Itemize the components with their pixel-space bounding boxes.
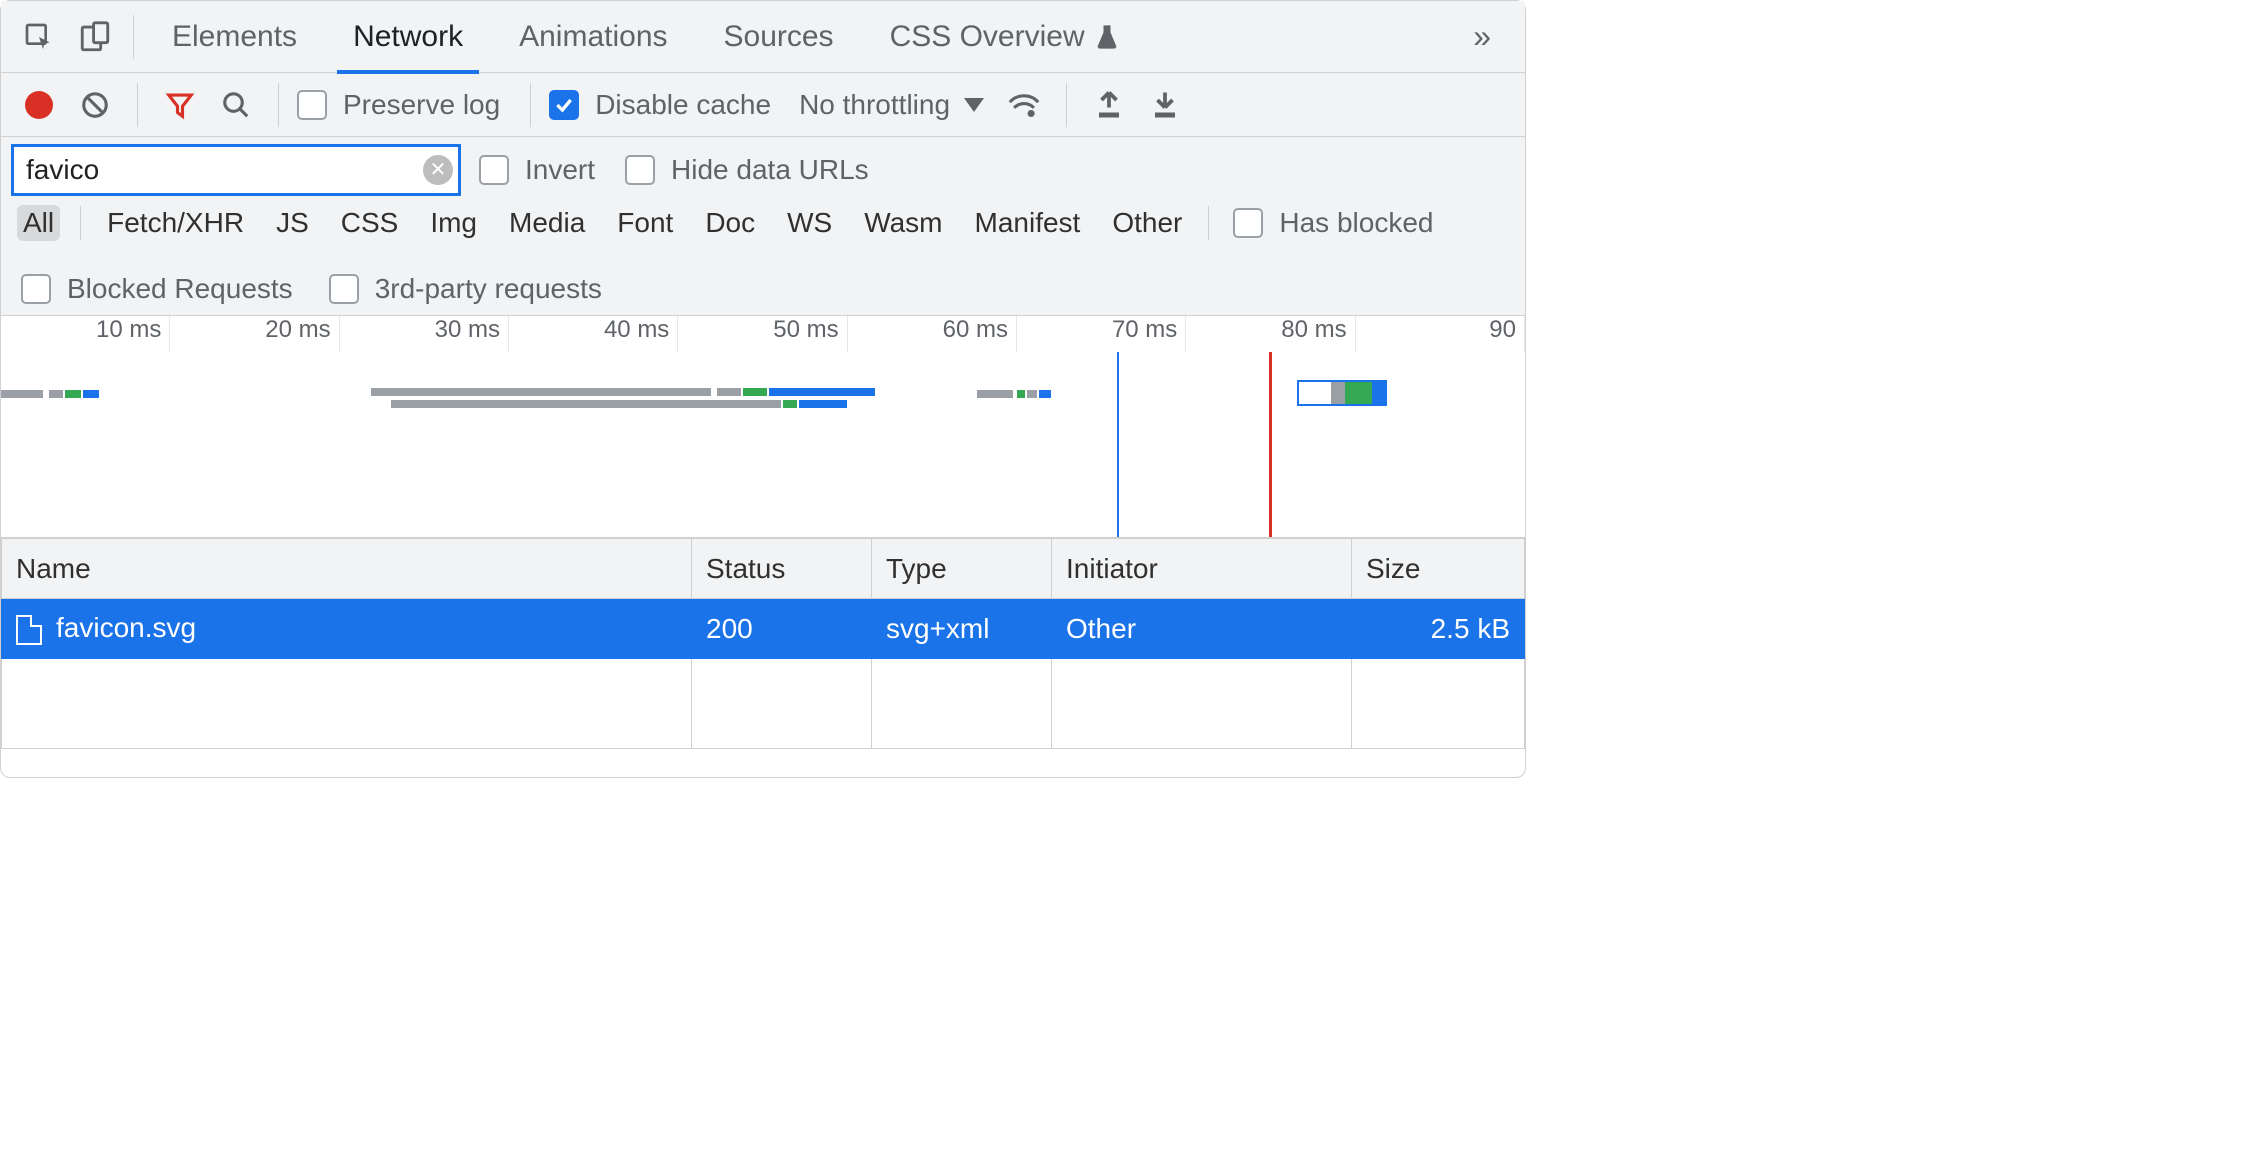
separator	[133, 15, 134, 59]
devtools-tabs: ElementsNetworkAnimationsSourcesCSS Over…	[1, 1, 1525, 73]
blocked-requests-checkbox[interactable]	[21, 274, 51, 304]
type-filter-ws[interactable]: WS	[781, 205, 838, 241]
type-filter-media[interactable]: Media	[503, 205, 591, 241]
timeline-tick: 10 ms	[1, 316, 170, 352]
has-blocked-option[interactable]: Has blocked	[1233, 207, 1445, 239]
type-filter-all[interactable]: All	[17, 205, 60, 241]
type-filter-fetch-xhr[interactable]: Fetch/XHR	[101, 205, 250, 241]
tab-css-overview[interactable]: CSS Overview	[862, 1, 1147, 73]
experiment-icon	[1095, 23, 1119, 51]
type-filter-wasm[interactable]: Wasm	[858, 205, 948, 241]
cell-status: 200	[692, 599, 872, 659]
tab-elements[interactable]: Elements	[144, 1, 325, 73]
cell-size: 2.5 kB	[1352, 599, 1525, 659]
hide-data-urls-option[interactable]: Hide data URLs	[625, 154, 881, 186]
hide-data-urls-label: Hide data URLs	[671, 154, 869, 186]
invert-checkbox[interactable]	[479, 155, 509, 185]
timeline-tick: 20 ms	[170, 316, 339, 352]
preserve-log-label: Preserve log	[343, 89, 500, 121]
third-party-label: 3rd-party requests	[375, 273, 602, 305]
import-har-icon[interactable]	[1085, 81, 1133, 129]
cell-name: favicon.svg	[2, 599, 692, 659]
type-filter-js[interactable]: JS	[270, 205, 315, 241]
more-tabs-button[interactable]: »	[1449, 18, 1515, 55]
cell-initiator: Other	[1052, 599, 1352, 659]
column-name[interactable]: Name	[2, 539, 692, 599]
throttling-dropdown[interactable]: No throttling	[791, 89, 992, 121]
file-icon	[16, 615, 42, 645]
separator	[530, 83, 531, 127]
type-filter-doc[interactable]: Doc	[699, 205, 761, 241]
type-filter-row: All Fetch/XHR JS CSS Img Media Font Doc WS Wasm Ma…	[1, 203, 1525, 316]
type-filter-other[interactable]: Other	[1106, 205, 1188, 241]
type-filter-css[interactable]: CSS	[335, 205, 405, 241]
filter-input-wrap: ✕	[11, 144, 461, 196]
separator	[137, 83, 138, 127]
separator	[278, 83, 279, 127]
cell-type: svg+xml	[872, 599, 1052, 659]
filter-toggle-icon[interactable]	[156, 81, 204, 129]
table-row[interactable]: favicon.svg200svg+xmlOther2.5 kB	[2, 599, 1525, 659]
tab-animations[interactable]: Animations	[491, 1, 695, 73]
network-conditions-icon[interactable]	[1000, 81, 1048, 129]
device-toggle-icon[interactable]	[67, 9, 123, 65]
disable-cache-option[interactable]: Disable cache	[549, 89, 783, 121]
search-icon[interactable]	[212, 81, 260, 129]
separator	[1066, 83, 1067, 127]
column-initiator[interactable]: Initiator	[1052, 539, 1352, 599]
preserve-log-checkbox[interactable]	[297, 90, 327, 120]
disable-cache-label: Disable cache	[595, 89, 771, 121]
blocked-requests-option[interactable]: Blocked Requests	[21, 273, 305, 305]
has-blocked-label: Has blocked	[1279, 207, 1433, 239]
type-filter-img[interactable]: Img	[424, 205, 483, 241]
disable-cache-checkbox[interactable]	[549, 90, 579, 120]
hide-data-urls-checkbox[interactable]	[625, 155, 655, 185]
clear-button[interactable]	[71, 81, 119, 129]
type-filter-manifest[interactable]: Manifest	[969, 205, 1087, 241]
timeline-tick: 70 ms	[1017, 316, 1186, 352]
load-line	[1269, 352, 1272, 537]
invert-label: Invert	[525, 154, 595, 186]
timeline-tick: 30 ms	[340, 316, 509, 352]
timeline-tick: 40 ms	[509, 316, 678, 352]
column-type[interactable]: Type	[872, 539, 1052, 599]
filter-input[interactable]	[11, 144, 461, 196]
domcontentloaded-line	[1117, 352, 1119, 537]
network-toolbar: Preserve log Disable cache No throttling	[1, 73, 1525, 137]
timeline-tick: 90	[1356, 316, 1525, 352]
timeline-overview[interactable]: 10 ms20 ms30 ms40 ms50 ms60 ms70 ms80 ms…	[1, 316, 1525, 538]
inspect-element-icon[interactable]	[11, 9, 67, 65]
throttling-label: No throttling	[799, 89, 950, 121]
column-status[interactable]: Status	[692, 539, 872, 599]
tab-sources[interactable]: Sources	[696, 1, 862, 73]
separator	[80, 206, 81, 240]
third-party-checkbox[interactable]	[329, 274, 359, 304]
separator	[1208, 206, 1209, 240]
clear-filter-icon[interactable]: ✕	[423, 155, 453, 185]
timeline-thumb[interactable]	[1297, 380, 1387, 406]
column-size[interactable]: Size	[1352, 539, 1525, 599]
timeline-tick: 60 ms	[848, 316, 1017, 352]
tab-network[interactable]: Network	[325, 1, 491, 73]
third-party-option[interactable]: 3rd-party requests	[329, 273, 614, 305]
chevron-down-icon	[964, 98, 984, 112]
request-table: NameStatusTypeInitiatorSize favicon.svg2…	[1, 538, 1525, 749]
timeline-tick: 50 ms	[678, 316, 847, 352]
filter-row: ✕ Invert Hide data URLs	[1, 137, 1525, 203]
record-button[interactable]	[15, 81, 63, 129]
export-har-icon[interactable]	[1141, 81, 1189, 129]
preserve-log-option[interactable]: Preserve log	[297, 89, 512, 121]
timeline-tick: 80 ms	[1186, 316, 1355, 352]
timeline-body	[1, 352, 1525, 537]
blocked-requests-label: Blocked Requests	[67, 273, 293, 305]
type-filter-font[interactable]: Font	[611, 205, 679, 241]
has-blocked-checkbox[interactable]	[1233, 208, 1263, 238]
invert-option[interactable]: Invert	[479, 154, 607, 186]
